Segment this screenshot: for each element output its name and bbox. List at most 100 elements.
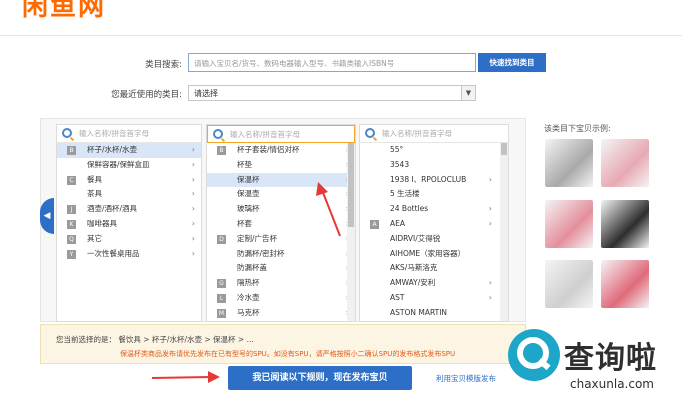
item-label: 杯垫 [237, 159, 252, 169]
col1-item[interactable]: Q 其它 › [57, 232, 201, 247]
quick-find-category-button[interactable]: 快速找到类目 [478, 53, 546, 72]
col1-item[interactable]: B 杯子/水杯/水壶 › [57, 143, 201, 158]
chevron-right-icon: › [488, 204, 492, 214]
column-3-scrollbar[interactable] [500, 143, 508, 321]
category-search-input[interactable]: 请输入宝贝名/货号、数码电器输入型号、书籍类输入ISBN号 [188, 53, 476, 72]
col1-item[interactable]: J 酒壶/酒杯/酒具 › [57, 202, 201, 217]
col2-item[interactable]: M马克杯› [207, 306, 355, 321]
index-letter: C [67, 175, 76, 185]
sample-thumbnail[interactable] [601, 200, 649, 248]
sample-thumbnail[interactable] [545, 260, 593, 308]
col3-item[interactable]: 24 Bottles › [360, 202, 508, 217]
col3-item[interactable]: 55° [360, 143, 508, 158]
scrollbar-thumb[interactable] [501, 143, 507, 155]
category-column-3: 输入名称/拼音首字母 55° 3543 1938 I、RPOLOCLUB › 5 生活楼… [359, 124, 509, 322]
col3-item[interactable]: AIHOME（家用容器） [360, 247, 508, 262]
index-letter: K [67, 219, 76, 229]
column-2-search[interactable]: 输入名称/拼音首字母 [207, 125, 355, 143]
col1-item[interactable]: Y 一次性餐桌用品 › [57, 247, 201, 262]
scroll-left-icon[interactable]: ◀ [40, 198, 54, 234]
column-3-search[interactable]: 输入名称/拼音首字母 [360, 125, 508, 143]
chevron-right-icon: › [191, 145, 195, 154]
category-search-label: 类目搜索: [145, 60, 182, 70]
item-label: AKS/马斯洛克 [390, 263, 438, 273]
recent-category-select[interactable]: 请选择 ▼ [188, 85, 476, 101]
index-letter: B [67, 146, 76, 155]
recent-category-label: 您最近使用的类目: [111, 90, 182, 100]
current-selection-path: 您当前选择的是： 餐饮具 > 杯子/水杯/水壶 > 保温杯 > ... [56, 335, 254, 344]
item-label: 杯子/水杯/水壶 [87, 145, 138, 154]
item-label: 1938 I、RPOLOCLUB [390, 174, 467, 184]
col3-item[interactable]: AIDRVI/艾得锐 [360, 232, 508, 247]
column-1-list: B 杯子/水杯/水壶 › 保鲜容器/保鲜盒皿 › C 餐具 › 茶具 › J 酒壶/酒杯/酒具 › K 咖啡… [57, 143, 201, 261]
col3-item[interactable]: 3543 [360, 158, 508, 173]
col3-item[interactable]: 5 生活楼 [360, 187, 508, 202]
sample-thumbnail[interactable] [545, 200, 593, 248]
item-label: 保温杯 [237, 174, 260, 184]
item-label: AST [390, 292, 405, 302]
item-label: 一次性餐桌用品 [87, 248, 140, 258]
col1-item[interactable]: 茶具 › [57, 187, 201, 202]
item-label: 55° [390, 145, 404, 154]
item-label: 5 生活楼 [390, 189, 420, 199]
search-icon [365, 128, 375, 138]
item-label: ASTON MARTIN [390, 307, 448, 317]
publish-item-button[interactable]: 我已阅读以下规则，现在发布宝贝 [228, 366, 412, 390]
col2-item[interactable]: 保温杯› [207, 172, 355, 188]
col3-item[interactable]: A AEA › [360, 217, 508, 232]
watermark-url: chaxunla.com [570, 377, 654, 391]
col2-item[interactable]: 杯套› [207, 217, 355, 232]
column-1-search[interactable]: 输入名称/拼音首字母 [57, 125, 201, 143]
category-column-2: 输入名称/拼音首字母 B杯子套装/情侣对杯›杯垫›保温杯›保温壶›玻璃杯›杯套›… [206, 124, 356, 322]
column-3-list: 55° 3543 1938 I、RPOLOCLUB › 5 生活楼 24 Bottles ›… [360, 143, 508, 321]
recent-category-value: 请选择 [194, 89, 218, 98]
col2-item[interactable]: 杯垫› [207, 158, 355, 173]
col3-item[interactable]: AST › [360, 291, 508, 306]
col3-item[interactable]: AKS/马斯洛克 [360, 261, 508, 276]
item-label: 冷水壶 [237, 292, 260, 302]
index-letter: D [217, 234, 226, 244]
item-label: 玻璃杯 [237, 204, 260, 214]
item-label: AMWAY/安利 [390, 278, 436, 288]
sample-thumbnail[interactable] [601, 139, 649, 187]
annotation-arrow-2 [151, 376, 211, 379]
chevron-right-icon: › [191, 159, 195, 169]
index-letter: A [370, 219, 379, 229]
column-2-list: B杯子套装/情侣对杯›杯垫›保温杯›保温壶›玻璃杯›杯套›D定制/广告杯›防漏杯… [207, 143, 355, 321]
item-label: 24 Bottles [390, 204, 429, 214]
col1-item[interactable]: C 餐具 › [57, 173, 201, 188]
col3-item[interactable]: ASTON MARTIN [360, 306, 508, 321]
col2-item[interactable]: B杯子套装/情侣对杯› [207, 143, 355, 158]
item-label: AEA [390, 218, 405, 228]
item-label: 隔热杯 [237, 278, 260, 288]
col2-item[interactable]: 防漏杯盖› [207, 261, 355, 276]
col1-item[interactable]: 保鲜容器/保鲜盒皿 › [57, 158, 201, 173]
template-publish-link[interactable]: 利用宝贝模版发布 [436, 373, 496, 384]
chevron-right-icon: › [191, 174, 195, 184]
index-letter: M [217, 308, 226, 318]
item-label: 防漏杯/密封杯 [237, 248, 285, 258]
col2-item[interactable]: L冷水壶› [207, 291, 355, 306]
col1-item[interactable]: K 咖啡器具 › [57, 217, 201, 232]
header-divider [0, 35, 682, 36]
column-3-placeholder: 输入名称/拼音首字母 [382, 129, 453, 138]
index-letter: L [217, 293, 226, 303]
sample-thumbnail[interactable] [545, 139, 593, 187]
col2-item[interactable]: 防漏杯/密封杯› [207, 247, 355, 262]
col2-item[interactable]: 保温壶› [207, 187, 355, 202]
index-letter: Y [67, 249, 76, 259]
chevron-right-icon: › [488, 292, 492, 302]
col3-item[interactable]: AMWAY/安利 › [360, 276, 508, 291]
scrollbar-thumb[interactable] [348, 143, 354, 227]
item-label: 餐具 [87, 174, 102, 184]
chevron-right-icon: › [191, 218, 195, 228]
column-2-scrollbar[interactable] [347, 143, 355, 321]
col2-item[interactable]: D定制/广告杯› [207, 232, 355, 247]
sample-thumbnail[interactable] [601, 260, 649, 308]
chevron-down-icon[interactable]: ▼ [461, 86, 475, 100]
col2-item[interactable]: G隔热杯› [207, 276, 355, 291]
index-letter: J [67, 205, 76, 215]
col2-item[interactable]: 玻璃杯› [207, 202, 355, 217]
item-label: AIHOME（家用容器） [390, 248, 466, 258]
col3-item[interactable]: 1938 I、RPOLOCLUB › [360, 173, 508, 188]
